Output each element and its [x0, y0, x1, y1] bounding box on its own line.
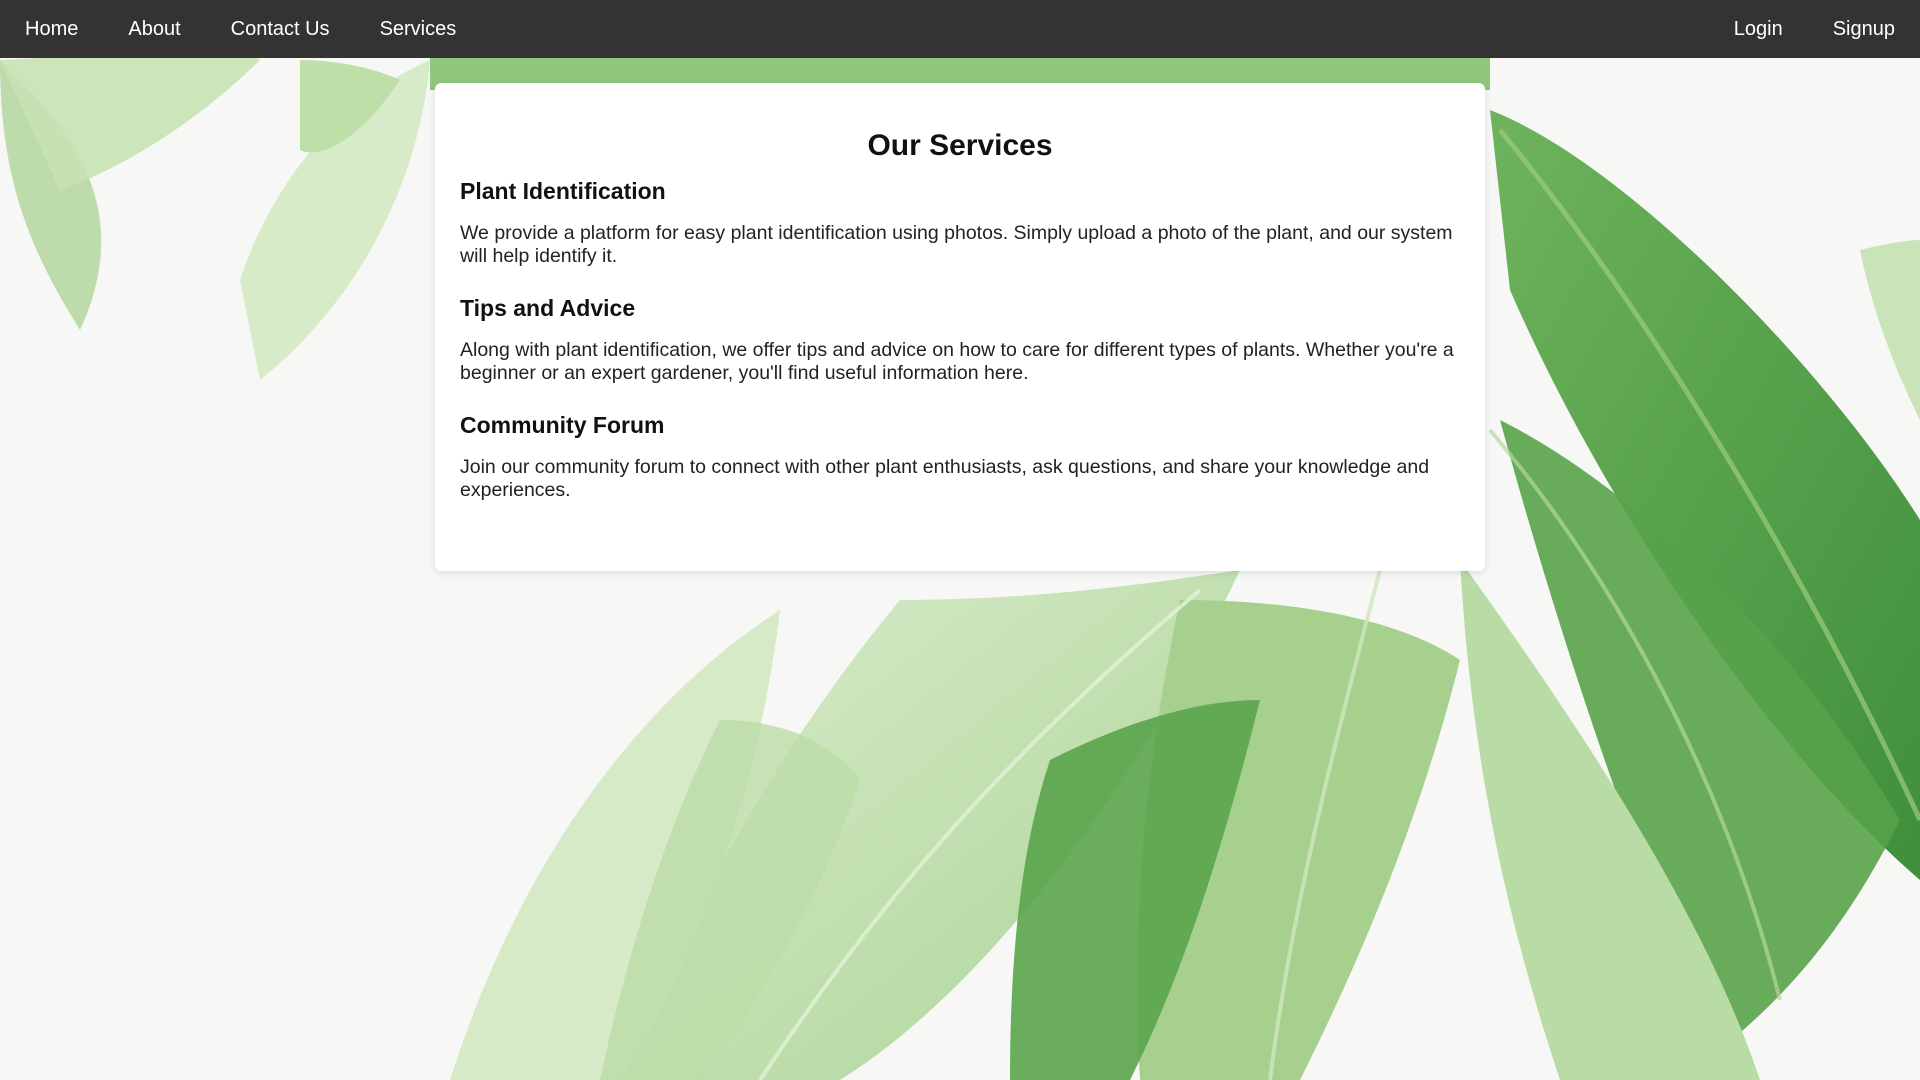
services-page: Home About Contact Us Services Login Sig… — [0, 0, 1920, 1080]
service-heading-community-forum: Community Forum — [460, 412, 665, 438]
nav-login-link[interactable]: Login — [1709, 0, 1808, 58]
nav-services-link[interactable]: Services — [355, 0, 482, 58]
service-text-tips-advice: Along with plant identification, we offe… — [460, 339, 1454, 384]
service-heading-plant-identification: Plant Identification — [460, 178, 666, 204]
page-title: Our Services — [867, 129, 1053, 162]
nav-contact-link[interactable]: Contact Us — [206, 0, 355, 58]
service-text-community-forum: Join our community forum to connect with… — [460, 456, 1430, 501]
top-navbar: Home About Contact Us Services Login Sig… — [0, 0, 1920, 58]
nav-signup-link[interactable]: Signup — [1808, 0, 1920, 58]
nav-left-group: Home About Contact Us Services — [0, 0, 481, 58]
nav-about-link[interactable]: About — [103, 0, 205, 58]
services-card: Our Services Plant Identification We pro… — [435, 83, 1485, 571]
service-text-plant-identification: We provide a platform for easy plant ide… — [460, 222, 1453, 267]
service-heading-tips-advice: Tips and Advice — [460, 295, 636, 321]
nav-home-link[interactable]: Home — [0, 0, 103, 58]
nav-right-group: Login Signup — [1709, 0, 1920, 58]
